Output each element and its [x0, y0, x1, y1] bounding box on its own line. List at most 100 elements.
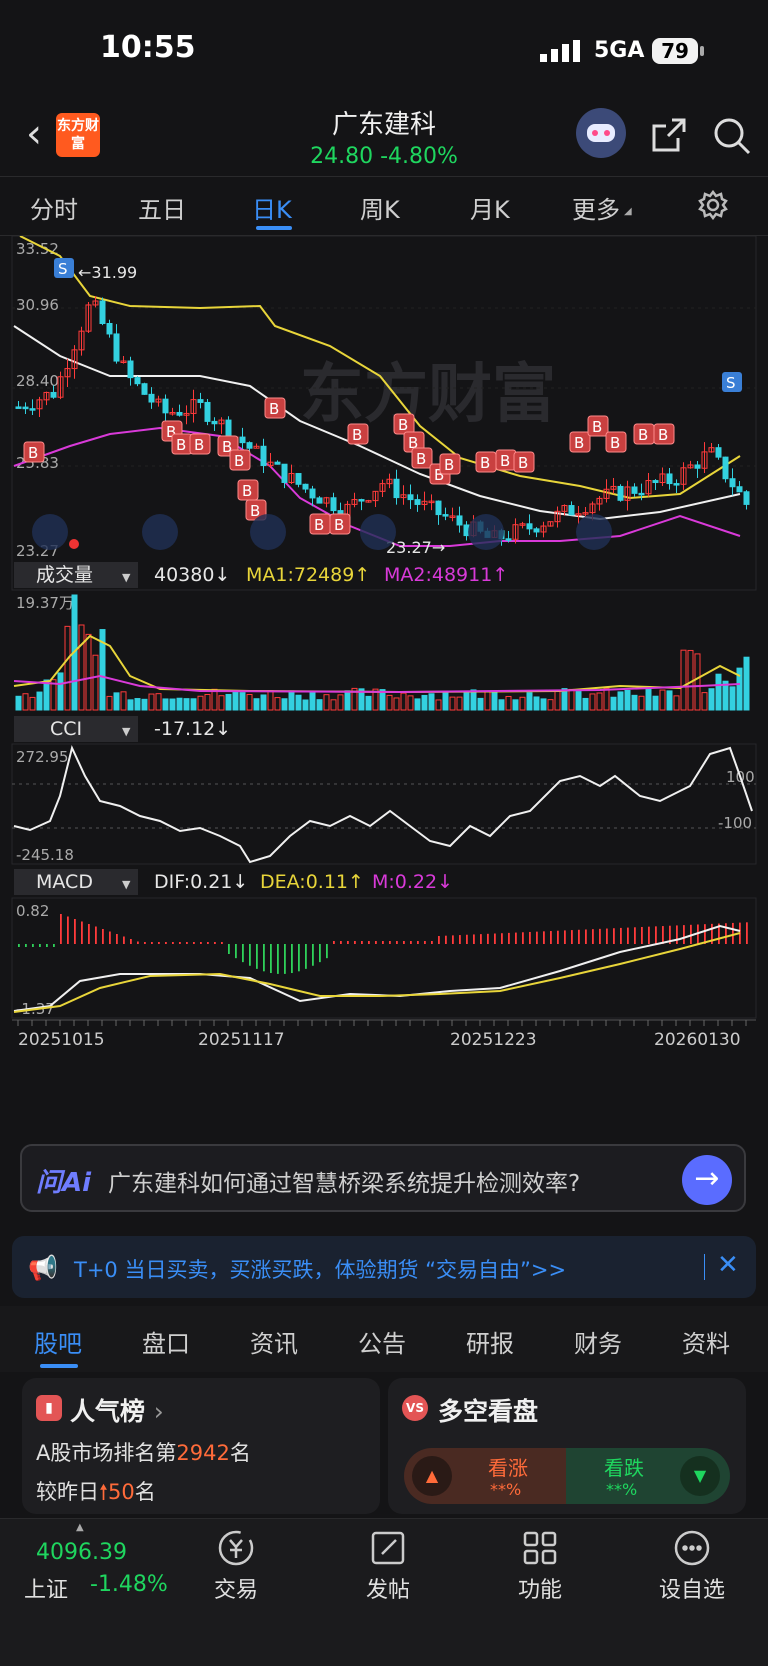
candle-body: [435, 500, 442, 516]
watchlist-dots-icon[interactable]: [642, 1528, 742, 1576]
expand-caret-icon[interactable]: ▲: [76, 1522, 84, 1533]
macd-bar: [515, 932, 517, 944]
candle-body: [260, 445, 267, 467]
volume-bar: [617, 691, 624, 711]
volume-bar: [29, 696, 36, 711]
volume-bar: [78, 624, 85, 711]
macd-selector: MACD: [36, 871, 93, 893]
rank-prefix: A股市场排名第: [36, 1441, 177, 1465]
nav-function[interactable]: 功能: [490, 1572, 590, 1604]
volume-bar: [561, 688, 568, 711]
macd-bar: [704, 924, 706, 944]
macd-bar: [627, 927, 629, 944]
macd-bar: [207, 942, 209, 944]
candle-body: [533, 528, 540, 533]
macd-bar: [480, 934, 482, 944]
candle-body: [652, 480, 659, 484]
tab-weekly-k[interactable]: 周K: [360, 190, 400, 225]
tab-profile[interactable]: 资料: [682, 1324, 730, 1359]
tab-guba[interactable]: 股吧: [34, 1324, 82, 1359]
macd-m: M:0.22↓: [372, 871, 453, 893]
volume-max-label: 19.37万: [16, 594, 74, 612]
index-name[interactable]: 上证: [24, 1572, 68, 1604]
volume-bar: [141, 698, 148, 711]
macd-bar: [172, 942, 174, 944]
macd-bar: [613, 928, 615, 944]
tab-research[interactable]: 研报: [466, 1324, 514, 1359]
tab-news[interactable]: 资讯: [250, 1324, 298, 1359]
volume-ma1: MA1:72489↑: [246, 564, 370, 586]
volume-bar: [386, 694, 393, 711]
candle-body: [204, 401, 211, 422]
promo-text[interactable]: T+0 当日买卖，买涨买跌，体验期货 “交易自由”>>: [74, 1254, 566, 1284]
volume-bar: [260, 694, 267, 711]
macd-bar: [200, 942, 202, 944]
macd-bar: [319, 944, 321, 963]
candle-body: [526, 523, 533, 530]
macd-top: 0.82: [16, 902, 49, 920]
buy-marker-label: B: [638, 426, 648, 444]
index-percent[interactable]: -1.48%: [90, 1572, 168, 1597]
macd-bar: [494, 933, 496, 944]
macd-bar: [655, 926, 657, 944]
close-icon[interactable]: ✕: [717, 1250, 739, 1280]
tab-announcements[interactable]: 公告: [358, 1324, 406, 1359]
volume-bar: [22, 693, 29, 711]
macd-bar: [550, 931, 552, 944]
tab-five-day[interactable]: 五日: [138, 190, 186, 225]
down-triangle-icon[interactable]: ▼: [680, 1456, 720, 1496]
buy-marker-label: B: [592, 418, 602, 436]
svg-text:S: S: [726, 374, 736, 392]
volume-bar: [337, 694, 344, 711]
tab-intraday[interactable]: 分时: [30, 190, 78, 225]
volume-bar: [43, 679, 50, 711]
rank-suffix: 名: [229, 1441, 251, 1465]
macd-bar: [361, 941, 363, 944]
volume-bar: [239, 692, 246, 711]
tab-daily-k[interactable]: 日K: [252, 190, 292, 225]
volume-bar: [190, 698, 197, 711]
tab-monthly-k[interactable]: 月K: [470, 190, 510, 225]
volume-bar: [456, 696, 463, 711]
price-tick: 28.40: [16, 372, 59, 390]
candle-body: [358, 499, 365, 502]
volume-bar: [491, 691, 498, 711]
macd-bar: [375, 941, 377, 944]
volume-bar: [211, 688, 218, 711]
nav-trade[interactable]: 交易: [186, 1572, 286, 1604]
nav-watchlist[interactable]: 设自选: [642, 1572, 742, 1604]
macd-dea-line: [13, 932, 741, 1013]
settings-gear-icon[interactable]: [698, 189, 728, 224]
volume-bar: [365, 695, 372, 711]
volume-bar: [400, 692, 407, 711]
tab-finance[interactable]: 财务: [574, 1324, 622, 1359]
assistant-avatar-icon[interactable]: [576, 108, 626, 158]
ai-submit-arrow-icon[interactable]: →: [682, 1155, 732, 1205]
trade-yen-icon[interactable]: [186, 1528, 286, 1576]
macd-bar: [452, 935, 454, 944]
macd-bar: [445, 935, 447, 944]
volume-bar: [603, 687, 610, 711]
buy-marker-label: B: [398, 416, 408, 434]
up-triangle-icon[interactable]: ▲: [412, 1456, 452, 1496]
volume-bar: [680, 649, 687, 711]
macd-bar: [291, 944, 293, 974]
buy-marker-label: B: [416, 450, 426, 468]
function-grid-icon[interactable]: [490, 1528, 590, 1576]
tab-more[interactable]: 更多: [572, 190, 620, 225]
post-edit-icon[interactable]: [338, 1528, 438, 1576]
macd-bar: [676, 925, 678, 944]
candle-body: [141, 383, 148, 395]
candle-body: [106, 323, 113, 335]
index-value[interactable]: 4096.39: [36, 1540, 127, 1565]
macd-bar: [641, 926, 643, 944]
macd-bar: [235, 944, 237, 959]
search-icon[interactable]: [712, 116, 752, 160]
ai-question-text[interactable]: 广东建科如何通过智慧桥梁系统提升检测效率?: [108, 1164, 580, 1198]
share-icon[interactable]: [650, 116, 688, 158]
candle-body: [239, 436, 246, 444]
tab-pankou[interactable]: 盘口: [142, 1324, 190, 1359]
nav-post[interactable]: 发帖: [338, 1572, 438, 1604]
kline-chart[interactable]: 东方财富 33.52 30.96 28.40 25.83 23.27 S ←31…: [0, 236, 768, 1136]
popularity-title: 人气榜 ›: [70, 1397, 164, 1426]
